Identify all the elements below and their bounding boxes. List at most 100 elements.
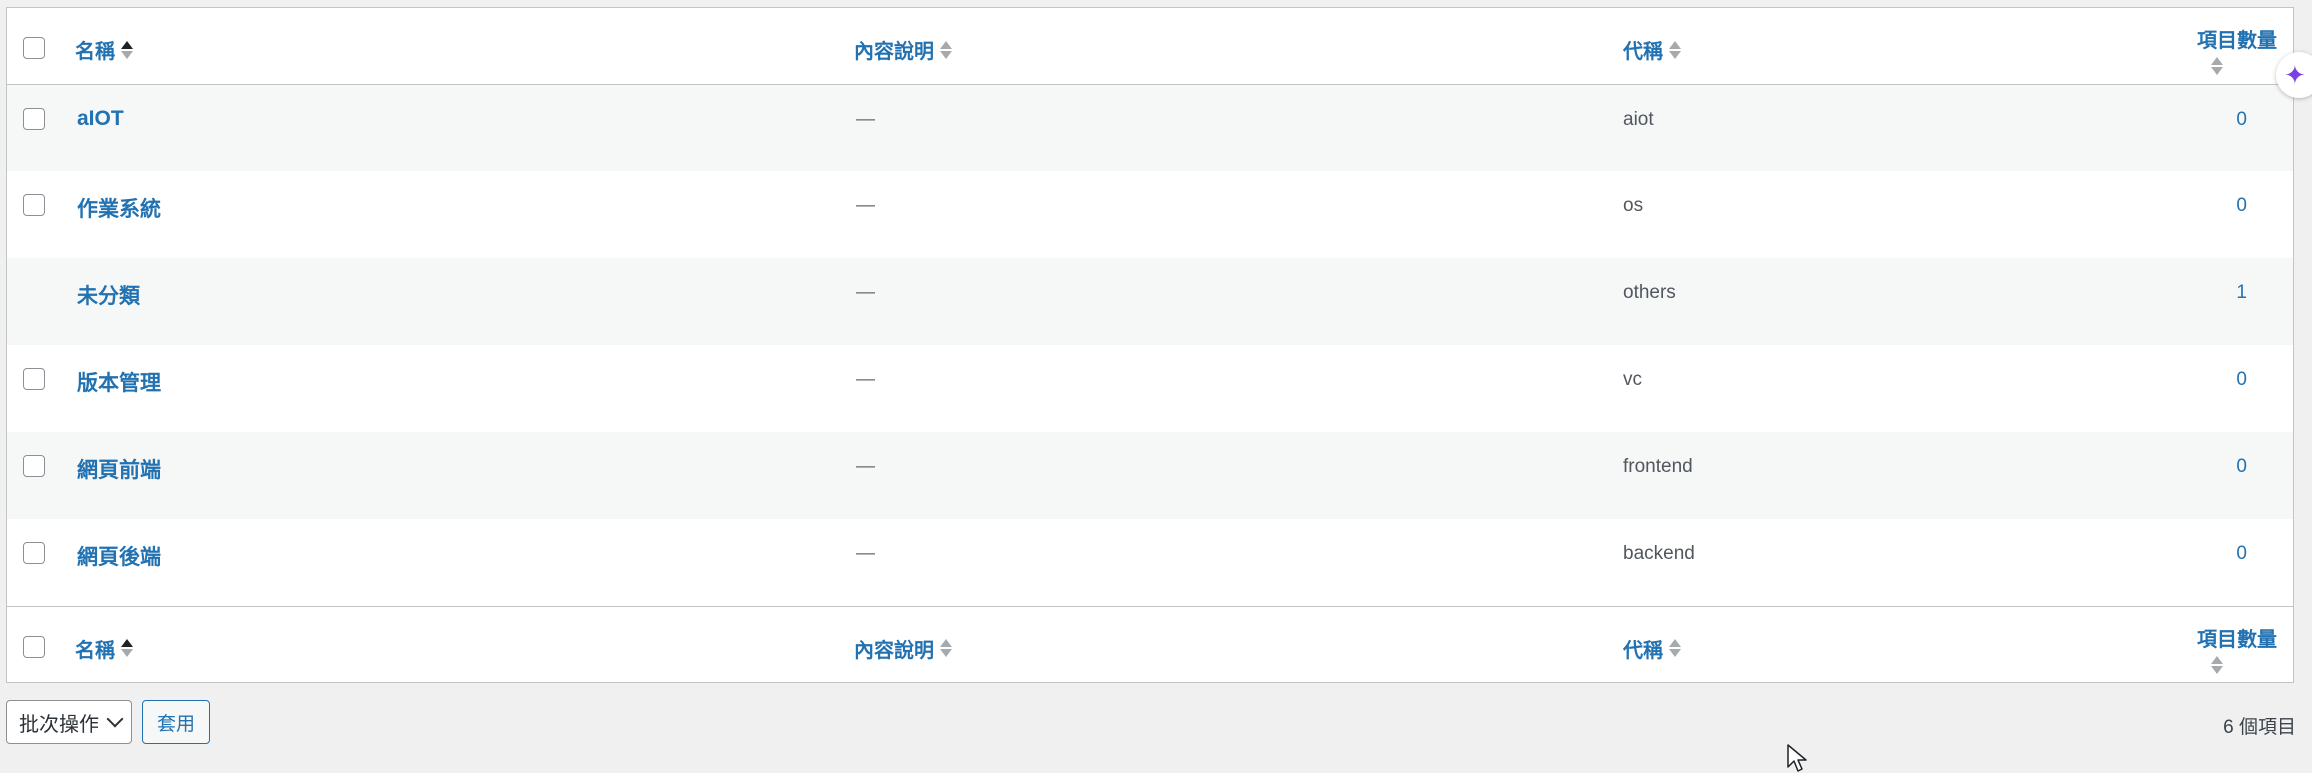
sort-by-count-footer[interactable]: 項目數量 [2197,607,2277,674]
count-cell: 0 [2123,519,2293,606]
count-cell: 0 [2123,345,2293,432]
row-checkbox[interactable] [23,194,45,216]
sort-arrows-icon [2211,655,2223,674]
sort-by-description-footer[interactable]: 內容說明 [854,607,952,663]
sort-arrows-icon [121,40,133,59]
select-all-checkbox-footer[interactable] [23,635,45,658]
count-cell: 1 [2123,258,2293,345]
description-cell: — [856,108,875,130]
apply-button[interactable]: 套用 [142,700,211,744]
row-checkbox-cell [7,258,69,345]
table-footer: 名稱 內容說明 代稱 項目數量 [7,605,2293,682]
sort-arrows-icon [1669,639,1681,657]
row-checkbox-cell [7,519,69,606]
sort-arrows-icon [940,40,952,59]
row-checkbox[interactable] [23,455,45,477]
table-row: 網頁前端 — frontend 0 [7,432,2293,519]
count-cell: 0 [2123,432,2293,519]
term-name-link[interactable]: aIOT [77,85,124,131]
sort-by-slug-footer[interactable]: 代稱 [1623,607,1681,663]
sort-arrows-icon [2211,57,2223,75]
sort-by-count[interactable]: 項目數量 [2197,8,2277,75]
row-checkbox[interactable] [23,542,45,564]
chevron-down-icon [106,710,124,728]
table-body: aIOT — aiot 0 作業系統 — os 0 未分類 — others 1 版本管理 — vc 0 網頁前… [7,84,2293,606]
sort-arrows-icon [940,639,952,657]
count-column-footer: 項目數量 [2123,605,2293,682]
bulk-actions-select[interactable]: 批次操作 [6,700,132,744]
description-column-label: 內容說明 [854,639,934,662]
term-name-link[interactable]: 未分類 [77,258,140,310]
slug-cell: os [1623,195,1644,216]
table-row: 作業系統 — os 0 [7,171,2293,258]
description-cell: — [856,282,875,303]
name-cell: aIOT [69,84,846,171]
count-column-label: 項目數量 [2197,628,2277,651]
slug-cell: others [1623,282,1676,303]
description-cell: — [856,456,875,477]
count-cell: 0 [2123,84,2293,171]
sort-by-slug[interactable]: 代稱 [1623,8,1681,64]
row-checkbox[interactable] [23,107,45,130]
count-link[interactable]: 0 [2236,109,2247,130]
name-cell: 未分類 [69,258,846,345]
mouse-cursor-icon [1787,744,1807,772]
table-row: aIOT — aiot 0 [7,84,2293,171]
count-link[interactable]: 0 [2236,369,2247,390]
row-checkbox-cell [7,432,69,519]
description-cell: — [856,369,875,390]
sort-by-description[interactable]: 內容說明 [854,8,952,64]
slug-column-label: 代稱 [1623,639,1663,662]
name-column-label: 名稱 [75,41,115,63]
terms-table-container: 名稱 內容說明 代稱 項目數量 aIOT — aiot 0 作業系統 — os … [6,7,2294,683]
slug-cell: aiot [1623,108,1654,130]
term-name-link[interactable]: 網頁前端 [77,432,161,484]
name-cell: 版本管理 [69,345,846,432]
name-cell: 網頁前端 [69,432,846,519]
sparkle-icon: ✦ [2284,60,2306,90]
term-name-link[interactable]: 版本管理 [77,345,161,397]
description-column-footer: 內容說明 [846,605,1623,682]
table-row: 版本管理 — vc 0 [7,345,2293,432]
bulk-actions-bar: 批次操作 套用 [6,700,211,744]
description-column-header: 內容說明 [846,8,1623,85]
count-column-header: 項目數量 [2123,8,2293,85]
row-checkbox[interactable] [23,368,45,390]
count-column-label: 項目數量 [2197,30,2277,52]
sort-arrows-icon [1669,40,1681,59]
slug-column-label: 代稱 [1623,41,1663,63]
slug-column-footer: 代稱 [1623,605,2123,682]
row-checkbox-cell [7,171,69,258]
table-row: 未分類 — others 1 [7,258,2293,345]
count-link[interactable]: 0 [2236,195,2247,216]
count-link[interactable]: 1 [2236,282,2247,303]
name-column-footer: 名稱 [69,605,846,682]
name-column-label: 名稱 [75,639,115,662]
items-count: 6 個項目 [2223,717,2296,738]
count-link[interactable]: 0 [2236,456,2247,477]
table-header: 名稱 內容說明 代稱 項目數量 [7,8,2293,85]
description-cell: — [856,543,875,564]
name-column-header: 名稱 [69,8,846,85]
sort-by-name[interactable]: 名稱 [75,8,133,64]
name-cell: 網頁後端 [69,519,846,606]
description-cell: — [856,195,875,216]
row-checkbox-cell [7,84,69,171]
bulk-actions-selected: 批次操作 [19,713,99,736]
count-cell: 0 [2123,171,2293,258]
select-all-cell [7,8,69,85]
row-checkbox-cell [7,345,69,432]
description-column-label: 內容說明 [854,41,934,63]
slug-cell: backend [1623,543,1695,564]
sort-by-name-footer[interactable]: 名稱 [75,607,133,663]
term-name-link[interactable]: 作業系統 [77,171,161,223]
slug-cell: vc [1623,369,1642,390]
terms-table: 名稱 內容說明 代稱 項目數量 aIOT — aiot 0 作業系統 — os … [7,8,2293,682]
count-link[interactable]: 0 [2236,543,2247,564]
select-all-checkbox[interactable] [23,37,45,59]
table-row: 網頁後端 — backend 0 [7,519,2293,606]
term-name-link[interactable]: 網頁後端 [77,519,161,571]
slug-column-header: 代稱 [1623,8,2123,85]
slug-cell: frontend [1623,456,1693,477]
sort-arrows-icon [121,639,133,657]
